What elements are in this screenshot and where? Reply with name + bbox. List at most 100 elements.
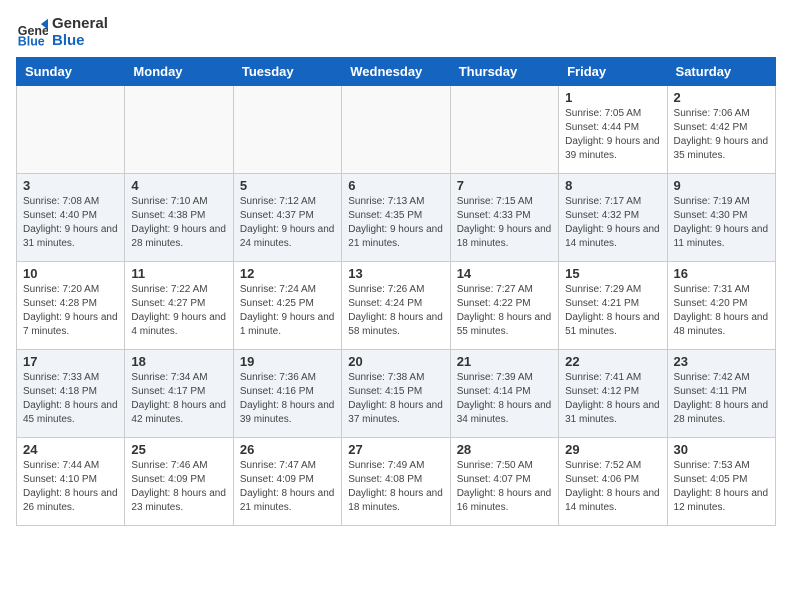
week-row-4: 17 Sunrise: 7:33 AM Sunset: 4:18 PM Dayli… (17, 350, 776, 438)
calendar-cell: 27 Sunrise: 7:49 AM Sunset: 4:08 PM Dayli… (342, 438, 450, 526)
calendar-cell: 23 Sunrise: 7:42 AM Sunset: 4:11 PM Dayli… (667, 350, 775, 438)
day-number: 13 (348, 266, 443, 281)
cell-info: Sunrise: 7:24 AM Sunset: 4:25 PM Dayligh… (240, 283, 335, 339)
day-number: 7 (457, 178, 552, 193)
calendar-cell (342, 86, 450, 174)
calendar-cell: 19 Sunrise: 7:36 AM Sunset: 4:16 PM Dayli… (233, 350, 341, 438)
cell-info: Sunrise: 7:42 AM Sunset: 4:11 PM Dayligh… (674, 371, 769, 427)
col-header-saturday: Saturday (667, 58, 775, 86)
day-number: 25 (131, 442, 226, 457)
calendar-body: 1Sunrise: 7:05 AM Sunset: 4:44 PM Daylig… (17, 86, 776, 526)
day-number: 1 (565, 90, 660, 105)
cell-info: Sunrise: 7:12 AM Sunset: 4:37 PM Dayligh… (240, 195, 335, 251)
day-number: 18 (131, 354, 226, 369)
week-row-5: 24 Sunrise: 7:44 AM Sunset: 4:10 PM Dayli… (17, 438, 776, 526)
col-header-monday: Monday (125, 58, 233, 86)
cell-info: Sunrise: 7:52 AM Sunset: 4:06 PM Dayligh… (565, 459, 660, 515)
calendar-cell: 25 Sunrise: 7:46 AM Sunset: 4:09 PM Dayli… (125, 438, 233, 526)
cell-info: Sunrise: 7:41 AM Sunset: 4:12 PM Dayligh… (565, 371, 660, 427)
logo: General Blue General Blue (16, 16, 108, 49)
day-number: 20 (348, 354, 443, 369)
cell-info: Sunrise: 7:06 AM Sunset: 4:42 PM Dayligh… (674, 107, 769, 163)
day-number: 9 (674, 178, 769, 193)
cell-info: Sunrise: 7:26 AM Sunset: 4:24 PM Dayligh… (348, 283, 443, 339)
calendar-table: SundayMondayTuesdayWednesdayThursdayFrid… (16, 57, 776, 526)
calendar-cell: 28Sunrise: 7:50 AM Sunset: 4:07 PM Dayli… (450, 438, 558, 526)
logo-icon: General Blue (16, 17, 48, 49)
day-number: 16 (674, 266, 769, 281)
cell-info: Sunrise: 7:44 AM Sunset: 4:10 PM Dayligh… (23, 459, 118, 515)
calendar-cell: 21 Sunrise: 7:39 AM Sunset: 4:14 PM Dayli… (450, 350, 558, 438)
cell-info: Sunrise: 7:39 AM Sunset: 4:14 PM Dayligh… (457, 371, 552, 427)
page-header: General Blue General Blue (16, 16, 776, 49)
day-number: 17 (23, 354, 118, 369)
day-number: 21 (457, 354, 552, 369)
calendar-cell (125, 86, 233, 174)
day-number: 19 (240, 354, 335, 369)
cell-info: Sunrise: 7:20 AM Sunset: 4:28 PM Dayligh… (23, 283, 118, 339)
week-row-1: 1Sunrise: 7:05 AM Sunset: 4:44 PM Daylig… (17, 86, 776, 174)
calendar-cell: 24 Sunrise: 7:44 AM Sunset: 4:10 PM Dayli… (17, 438, 125, 526)
day-number: 10 (23, 266, 118, 281)
cell-info: Sunrise: 7:46 AM Sunset: 4:09 PM Dayligh… (131, 459, 226, 515)
cell-info: Sunrise: 7:38 AM Sunset: 4:15 PM Dayligh… (348, 371, 443, 427)
calendar-cell: 6 Sunrise: 7:13 AM Sunset: 4:35 PM Daylig… (342, 174, 450, 262)
cell-info: Sunrise: 7:15 AM Sunset: 4:33 PM Dayligh… (457, 195, 552, 251)
cell-info: Sunrise: 7:27 AM Sunset: 4:22 PM Dayligh… (457, 283, 552, 339)
day-number: 27 (348, 442, 443, 457)
cell-info: Sunrise: 7:47 AM Sunset: 4:09 PM Dayligh… (240, 459, 335, 515)
logo-blue: Blue (52, 33, 108, 50)
day-number: 14 (457, 266, 552, 281)
week-row-2: 3Sunrise: 7:08 AM Sunset: 4:40 PM Daylig… (17, 174, 776, 262)
calendar-cell (233, 86, 341, 174)
day-number: 24 (23, 442, 118, 457)
calendar-cell: 29 Sunrise: 7:52 AM Sunset: 4:06 PM Dayli… (559, 438, 667, 526)
cell-info: Sunrise: 7:29 AM Sunset: 4:21 PM Dayligh… (565, 283, 660, 339)
calendar-cell: 14 Sunrise: 7:27 AM Sunset: 4:22 PM Dayli… (450, 262, 558, 350)
day-number: 22 (565, 354, 660, 369)
calendar-cell: 12 Sunrise: 7:24 AM Sunset: 4:25 PM Dayli… (233, 262, 341, 350)
calendar-cell: 10 Sunrise: 7:20 AM Sunset: 4:28 PM Dayli… (17, 262, 125, 350)
calendar-cell: 20 Sunrise: 7:38 AM Sunset: 4:15 PM Dayli… (342, 350, 450, 438)
day-number: 30 (674, 442, 769, 457)
calendar-cell: 4 Sunrise: 7:10 AM Sunset: 4:38 PM Daylig… (125, 174, 233, 262)
day-number: 29 (565, 442, 660, 457)
calendar-cell: 13 Sunrise: 7:26 AM Sunset: 4:24 PM Dayli… (342, 262, 450, 350)
cell-info: Sunrise: 7:08 AM Sunset: 4:40 PM Dayligh… (23, 195, 118, 251)
day-number: 15 (565, 266, 660, 281)
cell-info: Sunrise: 7:31 AM Sunset: 4:20 PM Dayligh… (674, 283, 769, 339)
cell-info: Sunrise: 7:49 AM Sunset: 4:08 PM Dayligh… (348, 459, 443, 515)
calendar-cell: 2 Sunrise: 7:06 AM Sunset: 4:42 PM Daylig… (667, 86, 775, 174)
cell-info: Sunrise: 7:10 AM Sunset: 4:38 PM Dayligh… (131, 195, 226, 251)
cell-info: Sunrise: 7:22 AM Sunset: 4:27 PM Dayligh… (131, 283, 226, 339)
day-number: 4 (131, 178, 226, 193)
col-header-wednesday: Wednesday (342, 58, 450, 86)
calendar-cell: 11 Sunrise: 7:22 AM Sunset: 4:27 PM Dayli… (125, 262, 233, 350)
calendar-cell: 30Sunrise: 7:53 AM Sunset: 4:05 PM Dayli… (667, 438, 775, 526)
day-number: 11 (131, 266, 226, 281)
calendar-cell: 15 Sunrise: 7:29 AM Sunset: 4:21 PM Dayli… (559, 262, 667, 350)
day-number: 12 (240, 266, 335, 281)
day-number: 5 (240, 178, 335, 193)
day-number: 2 (674, 90, 769, 105)
calendar-cell: 3Sunrise: 7:08 AM Sunset: 4:40 PM Daylig… (17, 174, 125, 262)
col-header-sunday: Sunday (17, 58, 125, 86)
calendar-cell: 18 Sunrise: 7:34 AM Sunset: 4:17 PM Dayli… (125, 350, 233, 438)
calendar-header-row: SundayMondayTuesdayWednesdayThursdayFrid… (17, 58, 776, 86)
calendar-cell (450, 86, 558, 174)
cell-info: Sunrise: 7:13 AM Sunset: 4:35 PM Dayligh… (348, 195, 443, 251)
calendar-cell: 7 Sunrise: 7:15 AM Sunset: 4:33 PM Daylig… (450, 174, 558, 262)
calendar-cell: 17 Sunrise: 7:33 AM Sunset: 4:18 PM Dayli… (17, 350, 125, 438)
day-number: 6 (348, 178, 443, 193)
day-number: 8 (565, 178, 660, 193)
cell-info: Sunrise: 7:36 AM Sunset: 4:16 PM Dayligh… (240, 371, 335, 427)
week-row-3: 10 Sunrise: 7:20 AM Sunset: 4:28 PM Dayli… (17, 262, 776, 350)
day-number: 23 (674, 354, 769, 369)
cell-info: Sunrise: 7:19 AM Sunset: 4:30 PM Dayligh… (674, 195, 769, 251)
calendar-cell (17, 86, 125, 174)
cell-info: Sunrise: 7:33 AM Sunset: 4:18 PM Dayligh… (23, 371, 118, 427)
cell-info: Sunrise: 7:17 AM Sunset: 4:32 PM Dayligh… (565, 195, 660, 251)
cell-info: Sunrise: 7:34 AM Sunset: 4:17 PM Dayligh… (131, 371, 226, 427)
calendar-cell: 5 Sunrise: 7:12 AM Sunset: 4:37 PM Daylig… (233, 174, 341, 262)
calendar-cell: 22 Sunrise: 7:41 AM Sunset: 4:12 PM Dayli… (559, 350, 667, 438)
